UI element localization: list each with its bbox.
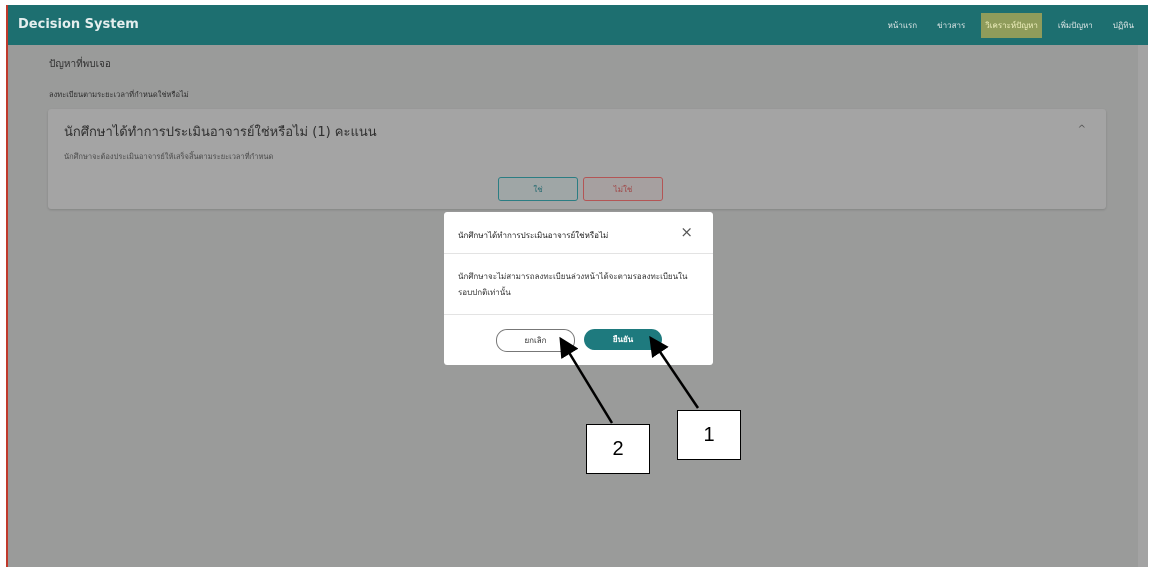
no-button[interactable]: ไม่ใช่ — [583, 177, 663, 201]
confirm-dialog: นักศึกษาได้ทำการประเมินอาจารย์ใช่หรือไม่… — [444, 212, 713, 365]
close-icon[interactable]: × — [680, 223, 693, 241]
dialog-title: นักศึกษาได้ทำการประเมินอาจารย์ใช่หรือไม่ — [458, 231, 609, 240]
nav-item-add-problem[interactable]: เพิ่มปัญหา — [1054, 13, 1097, 38]
question-title: นักศึกษาได้ทำการประเมินอาจารย์ใช่หรือไม่… — [64, 125, 377, 140]
cancel-button[interactable]: ยกเลิก — [496, 329, 575, 352]
nav-item-news[interactable]: ข่าวสาร — [933, 13, 969, 38]
page-subtitle: ลงทะเบียนตามระยะเวลาที่กำหนดใช่หรือไม่ — [49, 90, 189, 99]
dialog-message: นักศึกษาจะไม่สามารถลงทะเบียนล่วงหน้าได้จ… — [458, 272, 688, 297]
question-card: นักศึกษาได้ทำการประเมินอาจารย์ใช่หรือไม่… — [48, 109, 1106, 209]
nav-item-calendar[interactable]: ปฏิทิน — [1109, 13, 1138, 38]
app-brand[interactable]: Decision System — [18, 17, 139, 32]
confirm-button[interactable]: ยืนยัน — [584, 329, 662, 350]
annotation-label-1: 1 — [677, 410, 741, 460]
nav-menu: หน้าแรก ข่าวสาร วิเคราะห์ปัญหา เพิ่มปัญห… — [872, 13, 1138, 38]
nav-item-home[interactable]: หน้าแรก — [884, 13, 922, 38]
question-description: นักศึกษาจะต้องประเมินอาจารย์ให้เสร็จสิ้น… — [64, 152, 274, 161]
yes-button-label: ใช่ — [533, 184, 543, 194]
yes-button[interactable]: ใช่ — [498, 177, 578, 201]
chevron-up-icon[interactable]: ^ — [1078, 124, 1086, 135]
divider — [444, 314, 713, 315]
app-window: Decision System หน้าแรก ข่าวสาร วิเคราะห… — [6, 5, 1148, 567]
scrollbar[interactable] — [1138, 45, 1148, 567]
annotation-label-2: 2 — [586, 424, 650, 474]
cancel-button-label: ยกเลิก — [524, 336, 547, 345]
nav-item-analyze[interactable]: วิเคราะห์ปัญหา — [981, 13, 1042, 38]
no-button-label: ไม่ใช่ — [613, 184, 633, 194]
navbar: Decision System หน้าแรก ข่าวสาร วิเคราะห… — [8, 5, 1148, 45]
section-title: ปัญหาที่พบเจอ — [49, 59, 111, 70]
divider — [444, 253, 713, 254]
confirm-button-label: ยืนยัน — [612, 335, 634, 344]
